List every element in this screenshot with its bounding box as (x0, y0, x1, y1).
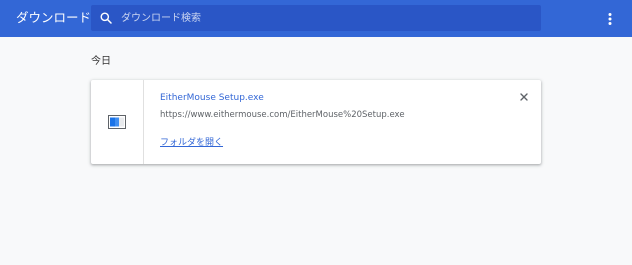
source-url: https://www.eithermouse.com/EitherMouse%… (160, 110, 405, 120)
open-folder-link[interactable]: フォルダを開く (160, 137, 223, 149)
toolbar: ダウンロード (0, 0, 632, 37)
download-icon-area (91, 80, 144, 164)
more-vert-icon[interactable] (600, 9, 620, 29)
exe-file-icon (108, 115, 126, 129)
search-box[interactable] (91, 5, 541, 31)
download-item: EitherMouse Setup.exe https://www.either… (91, 80, 541, 164)
search-icon[interactable] (100, 12, 112, 24)
page-title: ダウンロード (16, 10, 92, 25)
close-icon[interactable] (517, 90, 531, 104)
date-header: 今日 (91, 56, 111, 67)
file-name-link[interactable]: EitherMouse Setup.exe (160, 92, 264, 104)
search-input[interactable] (121, 5, 533, 31)
